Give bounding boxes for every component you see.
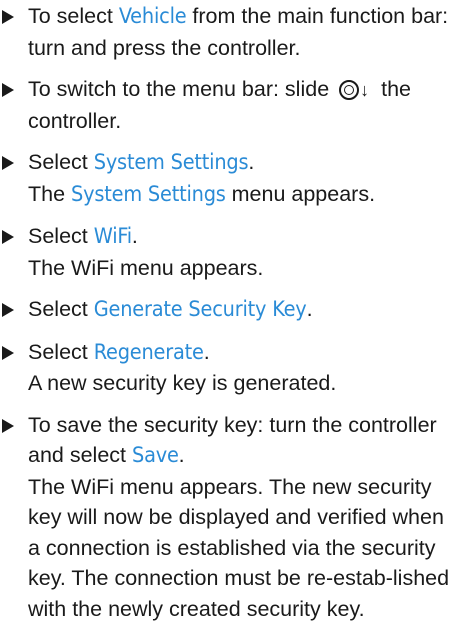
step-text: Select Generate Security Key. xyxy=(28,297,313,322)
instruction-step-2: To switch to the menu bar: slide ↓ the c… xyxy=(0,74,460,136)
triangle-right-icon xyxy=(2,10,14,24)
ui-term: Save xyxy=(131,443,179,468)
ui-term: Regenerate xyxy=(93,339,204,365)
step-result: The System Settings menu appears. xyxy=(28,181,376,207)
triangle-right-icon xyxy=(2,303,14,317)
triangle-right-icon xyxy=(2,230,14,244)
ui-term: System Settings xyxy=(71,181,226,207)
instruction-step-6: Select Regenerate. A new security key is… xyxy=(0,337,460,399)
step-result: The WiFi menu appears. xyxy=(28,255,264,280)
step-text: Select System Settings. xyxy=(28,150,255,175)
triangle-right-icon xyxy=(2,418,14,433)
ui-term: WiFi xyxy=(93,224,132,249)
manual-page: To select Vehicle from the main function… xyxy=(0,0,460,621)
step-text: To switch to the menu bar: slide ↓ the c… xyxy=(28,77,411,133)
step-text: Select WiFi. xyxy=(28,224,138,249)
step-result: A new security key is generated. xyxy=(28,371,337,395)
arrow-down-icon: ↓ xyxy=(360,80,370,100)
triangle-right-icon xyxy=(2,345,14,360)
step-text: To save the security key: turn the contr… xyxy=(28,412,437,469)
instruction-list: To select Vehicle from the main function… xyxy=(0,1,460,635)
instruction-step-3: Select System Settings. The System Setti… xyxy=(0,147,460,210)
instruction-step-4: Select WiFi. The WiFi menu appears. xyxy=(0,221,460,283)
instruction-step-1: To select Vehicle from the main function… xyxy=(0,1,460,63)
step-text: Select Regenerate. xyxy=(28,339,210,365)
triangle-right-icon xyxy=(2,156,14,170)
triangle-right-icon xyxy=(2,83,14,97)
ui-term: Generate Security Key xyxy=(93,297,307,322)
ui-term: System Settings xyxy=(93,150,249,175)
instruction-step-5: Select Generate Security Key. xyxy=(0,294,460,326)
step-text: To select Vehicle from the main function… xyxy=(28,4,449,60)
instruction-step-7: To save the security key: turn the contr… xyxy=(0,410,460,625)
ui-term: Vehicle xyxy=(118,4,187,29)
controller-knob-icon xyxy=(339,80,360,100)
step-result: The WiFi menu appears. The new security … xyxy=(28,474,450,621)
